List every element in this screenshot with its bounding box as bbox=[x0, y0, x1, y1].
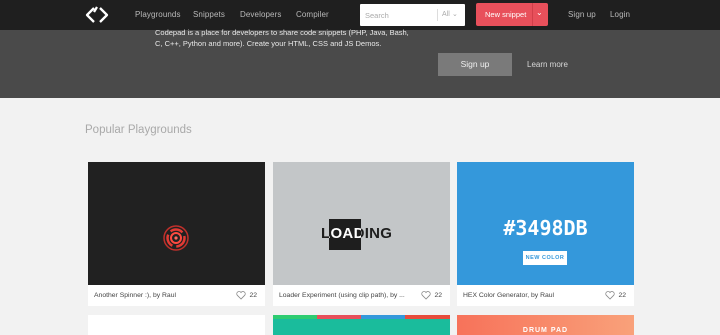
codepad-logo-icon[interactable] bbox=[85, 6, 109, 24]
learn-more-link[interactable]: Learn more bbox=[527, 60, 568, 69]
new-snippet-button[interactable]: New snippet ⌄ bbox=[476, 3, 548, 26]
hero-description: Codepad is a place for developers to sha… bbox=[155, 28, 409, 48]
playground-card-partial[interactable] bbox=[88, 315, 265, 335]
nav-link-compiler[interactable]: Compiler bbox=[296, 10, 329, 19]
drum-pad-title: DRUM PAD bbox=[522, 327, 569, 334]
search-filter-select[interactable]: All bbox=[442, 11, 450, 18]
card-thumbnail[interactable]: #3498DB NEW COLOR bbox=[457, 162, 634, 285]
playground-card-partial[interactable]: DRUM PAD bbox=[457, 315, 634, 335]
card-caption[interactable]: HEX Color Generator, by Raul bbox=[463, 292, 593, 299]
like-count: 22 bbox=[434, 292, 442, 299]
card-caption[interactable]: Another Spinner :), by Raul bbox=[94, 292, 224, 299]
playground-card[interactable]: #3498DB NEW COLOR HEX Color Generator, b… bbox=[457, 162, 634, 306]
card-thumbnail[interactable]: LOADING LOADING bbox=[273, 162, 450, 285]
new-color-button: NEW COLOR bbox=[523, 251, 567, 265]
nav-link-snippets[interactable]: Snippets bbox=[193, 10, 225, 19]
card-caption[interactable]: Loader Experiment (using clip path), by … bbox=[279, 292, 409, 299]
heart-icon[interactable] bbox=[605, 290, 615, 300]
new-snippet-label: New snippet bbox=[485, 10, 527, 19]
playground-card[interactable]: LOADING LOADING Loader Experiment (using… bbox=[273, 162, 450, 306]
playground-card-partial[interactable] bbox=[273, 315, 450, 335]
like-count: 22 bbox=[249, 292, 257, 299]
search-box: All ⌄ bbox=[360, 4, 465, 26]
search-divider bbox=[437, 9, 438, 21]
card-thumbnail[interactable] bbox=[88, 162, 265, 285]
top-navbar: Playgrounds Snippets Developers Compiler… bbox=[0, 0, 720, 30]
chevron-down-icon[interactable]: ⌄ bbox=[536, 8, 543, 17]
hex-color-title: #3498DB bbox=[503, 216, 588, 240]
heart-icon[interactable] bbox=[421, 290, 431, 300]
chevron-down-icon[interactable]: ⌄ bbox=[452, 10, 458, 18]
heart-icon[interactable] bbox=[236, 290, 246, 300]
color-stripe-thumbnail bbox=[273, 315, 450, 319]
hero-signup-button[interactable]: Sign up bbox=[438, 53, 512, 76]
nav-link-playgrounds[interactable]: Playgrounds bbox=[135, 10, 181, 19]
spinner-icon bbox=[163, 225, 189, 251]
section-title: Popular Playgrounds bbox=[85, 124, 192, 136]
signup-link[interactable]: Sign up bbox=[568, 10, 596, 19]
playground-card[interactable]: Another Spinner :), by Raul 22 bbox=[88, 162, 265, 306]
new-snippet-divider bbox=[532, 3, 533, 26]
nav-link-developers[interactable]: Developers bbox=[240, 10, 281, 19]
login-link[interactable]: Login bbox=[610, 10, 630, 19]
loading-clip-text: LOADING bbox=[329, 219, 361, 250]
search-input[interactable] bbox=[365, 8, 433, 22]
like-count: 22 bbox=[618, 292, 626, 299]
loading-clip-text-label: LOADING bbox=[329, 225, 361, 242]
